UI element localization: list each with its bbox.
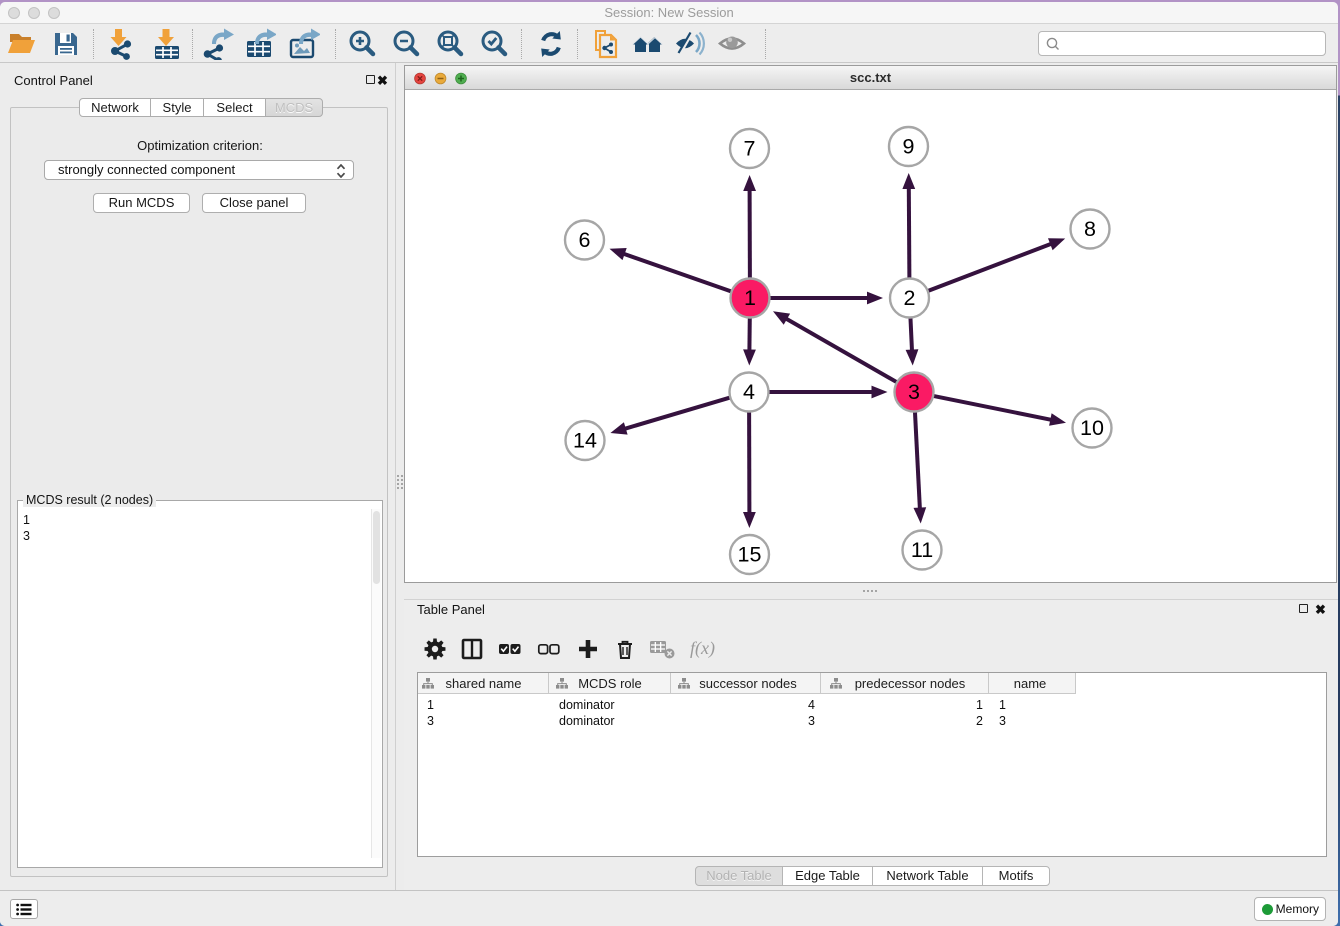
svg-text:8: 8: [1084, 217, 1096, 241]
svg-text:3: 3: [908, 380, 920, 404]
svg-text:10: 10: [1080, 416, 1104, 440]
svg-text:15: 15: [738, 543, 762, 567]
svg-text:11: 11: [911, 538, 933, 562]
svg-text:1: 1: [744, 286, 756, 310]
svg-text:7: 7: [744, 137, 756, 161]
svg-text:2: 2: [904, 286, 916, 310]
svg-text:9: 9: [903, 135, 915, 159]
svg-text:14: 14: [573, 429, 597, 453]
svg-text:6: 6: [579, 228, 591, 252]
svg-text:4: 4: [743, 380, 755, 404]
